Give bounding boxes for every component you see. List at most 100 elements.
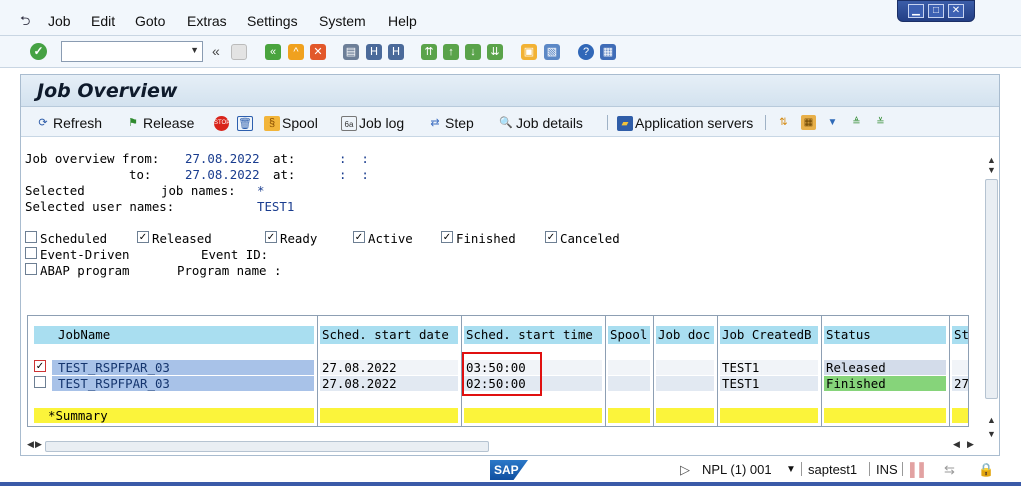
find-next-icon[interactable]: ᕼ <box>388 44 404 60</box>
enter-check-icon[interactable]: ✓ <box>30 43 47 60</box>
checkbox-ready[interactable]: ✓ <box>265 231 277 243</box>
insert-mode: INS <box>876 462 898 477</box>
user-names-label: Selected user names: <box>25 199 175 214</box>
status-expand-icon[interactable]: ▷ <box>680 462 690 478</box>
sort-descending-icon[interactable]: ≚ <box>873 115 888 130</box>
spool-icon: § <box>264 115 280 131</box>
checkbox-scheduled-label: Scheduled <box>40 231 108 246</box>
filter-icon[interactable]: ▼ <box>825 115 840 130</box>
summary-cell <box>320 408 458 423</box>
customize-layout-icon[interactable]: ▦ <box>600 44 616 60</box>
command-input[interactable] <box>64 43 182 60</box>
sort-icon[interactable]: ⇅ <box>776 115 791 130</box>
spool-button[interactable]: § Spool <box>264 114 318 132</box>
checkbox-scheduled[interactable] <box>25 231 37 243</box>
job-name-cell[interactable]: TEST_RSPFPAR_03 <box>52 376 314 391</box>
horizontal-scroll-thumb[interactable] <box>45 441 489 452</box>
column-header-jobname[interactable]: JobName <box>34 326 314 344</box>
horizontal-scrollbar[interactable]: ◀ ▶ ◀ ▶ <box>27 439 991 453</box>
toolbar-separator <box>765 115 766 130</box>
from-at-label: at: <box>273 151 296 166</box>
checkbox-active[interactable]: ✓ <box>353 231 365 243</box>
job-log-button[interactable]: 6a Job log <box>341 114 404 132</box>
release-button[interactable]: ⚑ Release <box>125 114 194 132</box>
delete-button[interactable]: 🗑 <box>237 114 255 132</box>
to-at-label: at: <box>273 167 296 182</box>
column-header-start-time[interactable]: Sched. start time <box>464 326 602 344</box>
job-log-label: Job log <box>359 115 405 131</box>
chevron-down-icon[interactable]: ▼ <box>190 45 199 55</box>
application-servers-button[interactable]: ▰ Application servers <box>617 114 753 132</box>
refresh-button[interactable]: ⟳ Refresh <box>35 114 102 132</box>
table-layout-icon[interactable]: ▦ <box>801 115 816 130</box>
scroll-up-bottom-arrow-icon[interactable]: ▲ <box>987 415 996 425</box>
checkbox-ready-label: Ready <box>280 231 318 246</box>
column-header-st[interactable]: St <box>952 326 968 344</box>
column-separator <box>717 316 718 426</box>
job-name-cell[interactable]: TEST_RSPFPAR_03 <box>52 360 314 375</box>
help-icon[interactable]: ? <box>578 44 594 60</box>
previous-page-icon[interactable]: ↑ <box>443 44 459 60</box>
cancel-icon[interactable]: ✕ <box>310 44 326 60</box>
checkbox-event-driven[interactable] <box>25 247 37 259</box>
scroll-down-bottom-arrow-icon[interactable]: ▼ <box>987 429 996 439</box>
maximize-button[interactable]: □ <box>928 4 944 18</box>
column-header-status[interactable]: Status <box>824 326 946 344</box>
back-icon[interactable]: « <box>265 44 281 60</box>
shortcut-icon[interactable]: ▧ <box>544 44 560 60</box>
column-header-created-by[interactable]: Job CreatedB <box>720 326 818 344</box>
padlock-icon[interactable]: 🔒 <box>978 462 994 478</box>
save-icon[interactable] <box>231 44 247 60</box>
spool-cell[interactable]: § <box>608 376 650 391</box>
connection-icon[interactable]: ⇆ <box>944 462 955 478</box>
menu-goto[interactable]: Goto <box>135 13 165 29</box>
first-page-icon[interactable]: ⇈ <box>421 44 437 60</box>
stop-button[interactable]: STOP <box>214 114 231 132</box>
column-header-job-doc[interactable]: Job doc <box>656 326 714 344</box>
column-separator <box>605 316 606 426</box>
column-separator <box>821 316 822 426</box>
next-page-icon[interactable]: ↓ <box>465 44 481 60</box>
collapse-arrows-icon[interactable]: « <box>212 43 220 59</box>
column-header-spool[interactable]: Spool <box>608 326 650 344</box>
checkbox-canceled[interactable]: ✓ <box>545 231 557 243</box>
create-session-icon[interactable]: ▣ <box>521 44 537 60</box>
checkbox-finished[interactable]: ✓ <box>441 231 453 243</box>
overview-from-time: : : <box>339 151 369 166</box>
step-button[interactable]: ⇄ Step <box>427 114 473 132</box>
checkbox-abap-program[interactable] <box>25 263 37 275</box>
menu-edit[interactable]: Edit <box>91 13 115 29</box>
column-header-start-date[interactable]: Sched. start date <box>320 326 458 344</box>
scroll-right-end-arrow-icon[interactable]: ▶ <box>967 439 974 450</box>
server-icon: ▰ <box>617 115 633 131</box>
scroll-left-arrow-icon[interactable]: ◀ <box>27 439 34 450</box>
checkbox-released[interactable]: ✓ <box>137 231 149 243</box>
scroll-down-arrow-icon[interactable]: ▼ <box>987 165 996 175</box>
scroll-right-arrow-icon[interactable]: ▶ <box>35 439 42 450</box>
command-field[interactable]: ▼ <box>61 41 203 62</box>
exit-icon[interactable]: ^ <box>288 44 304 60</box>
scroll-left-end-arrow-icon[interactable]: ◀ <box>953 439 960 450</box>
print-icon[interactable]: ▤ <box>343 44 359 60</box>
menu-arrow-icon[interactable]: ⮌ <box>20 12 30 34</box>
menu-job[interactable]: Job <box>48 13 71 29</box>
application-servers-label: Application servers <box>635 115 754 131</box>
lock-status-icon[interactable]: ▌▌ <box>910 462 928 477</box>
vertical-scrollbar[interactable]: ▲ ▼ ▲ ▼ <box>985 153 999 455</box>
last-page-icon[interactable]: ⇊ <box>487 44 503 60</box>
row-select-checkbox[interactable] <box>34 376 46 388</box>
menu-help[interactable]: Help <box>388 13 417 29</box>
sort-ascending-icon[interactable]: ≜ <box>849 115 864 130</box>
row-select-checkbox[interactable]: ✓ <box>34 360 46 372</box>
find-icon[interactable]: ᕼ <box>366 44 382 60</box>
vertical-scroll-thumb[interactable] <box>985 179 998 399</box>
menu-system[interactable]: System <box>319 13 366 29</box>
system-dropdown-icon[interactable]: ▼ <box>786 464 796 475</box>
close-button[interactable]: ✕ <box>948 4 964 18</box>
job-details-button[interactable]: 🔍 Job details <box>498 114 583 132</box>
created-by-cell: TEST1 <box>720 376 818 391</box>
menu-settings[interactable]: Settings <box>247 13 298 29</box>
menu-extras[interactable]: Extras <box>187 13 227 29</box>
scroll-up-arrow-icon[interactable]: ▲ <box>987 155 996 165</box>
minimize-button[interactable]: ▁ <box>908 4 924 18</box>
